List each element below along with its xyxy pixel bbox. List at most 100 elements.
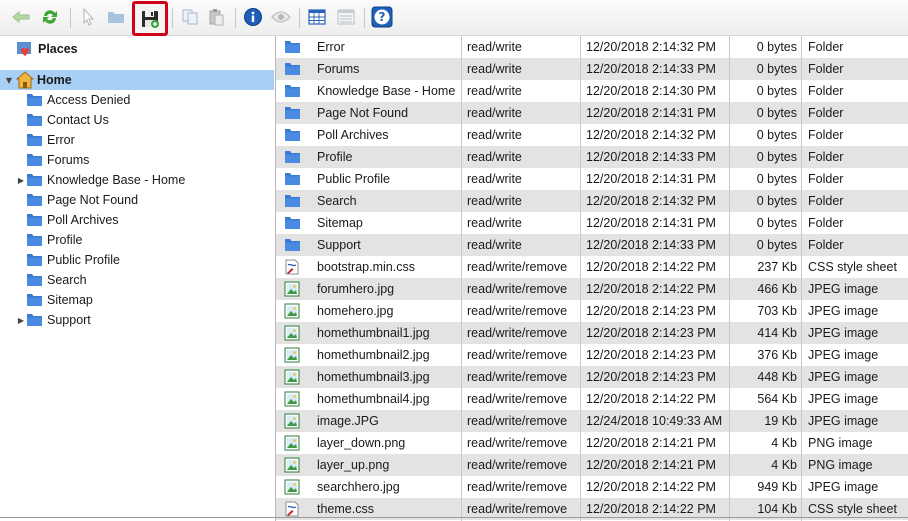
- file-row[interactable]: homethumbnail3.jpg read/write/remove 12/20…: [276, 366, 908, 388]
- tree-item[interactable]: Search: [16, 270, 87, 290]
- tree-item[interactable]: Sitemap: [16, 290, 93, 310]
- file-type: JPEG image: [808, 304, 879, 318]
- help-icon: ?: [371, 6, 393, 28]
- file-row[interactable]: searchhero.jpg read/write/remove 12/20/201…: [276, 476, 908, 498]
- file-type: Folder: [808, 62, 844, 76]
- file-name: Knowledge Base - Home: [317, 84, 456, 98]
- tree-item[interactable]: Page Not Found: [16, 190, 138, 210]
- file-row[interactable]: layer_up.png read/write/remove 12/20/2018 …: [276, 454, 908, 476]
- folder-icon: [285, 107, 300, 119]
- collapse-arrow-icon[interactable]: ▼: [4, 75, 14, 85]
- tree-item[interactable]: Poll Archives: [16, 210, 119, 230]
- file-icon-cell: [284, 322, 304, 344]
- file-row[interactable]: forumhero.jpg read/write/remove 12/20/2018…: [276, 278, 908, 300]
- file-name: Search: [317, 194, 357, 208]
- file-modified-date: 12/20/2018 2:14:30 PM: [586, 84, 716, 98]
- file-permissions: read/write/remove: [467, 414, 568, 428]
- image-file-icon: [284, 391, 300, 407]
- toolbar: ?: [0, 0, 908, 36]
- file-icon-cell: [284, 256, 304, 278]
- help-button[interactable]: ?: [370, 5, 394, 29]
- file-row[interactable]: homehero.jpg read/write/remove 12/20/2018 …: [276, 300, 908, 322]
- folder-icon: [27, 294, 42, 306]
- file-row[interactable]: Support read/write 12/20/2018 2:14:33 PM 0 …: [276, 234, 908, 256]
- tree-item[interactable]: Forums: [16, 150, 89, 170]
- file-name: Poll Archives: [317, 128, 389, 142]
- file-row[interactable]: homethumbnail2.jpg read/write/remove 12/20…: [276, 344, 908, 366]
- file-icon-cell: [284, 388, 304, 410]
- folder-icon: [285, 151, 300, 163]
- tree-item[interactable]: Profile: [16, 230, 82, 250]
- home-node[interactable]: ▼ Home: [0, 70, 274, 90]
- file-icon-cell: [284, 168, 304, 190]
- tree-item-label: Contact Us: [47, 113, 109, 127]
- file-row[interactable]: Knowledge Base - Home read/write 12/20/201…: [276, 80, 908, 102]
- file-row[interactable]: Search read/write 12/20/2018 2:14:32 PM 0 b…: [276, 190, 908, 212]
- file-row[interactable]: Sitemap read/write 12/20/2018 2:14:31 PM 0 …: [276, 212, 908, 234]
- refresh-button[interactable]: [38, 5, 62, 29]
- expand-arrow-icon[interactable]: ▶: [16, 175, 26, 185]
- info-button[interactable]: [241, 5, 265, 29]
- file-row[interactable]: homethumbnail1.jpg read/write/remove 12/20…: [276, 322, 908, 344]
- file-row[interactable]: homethumbnail4.jpg read/write/remove 12/20…: [276, 388, 908, 410]
- back-button[interactable]: [9, 5, 33, 29]
- refresh-icon: [43, 10, 57, 24]
- arrow-left-icon: [12, 10, 30, 24]
- file-modified-date: 12/20/2018 2:14:32 PM: [586, 194, 716, 208]
- eye-icon: [271, 11, 291, 23]
- status-divider: [0, 517, 908, 518]
- copy-button[interactable]: [178, 5, 202, 29]
- save-button[interactable]: [132, 1, 168, 36]
- tree-item[interactable]: Access Denied: [16, 90, 130, 110]
- file-icon-cell: [284, 432, 304, 454]
- file-type: Folder: [808, 194, 844, 208]
- file-row[interactable]: Error read/write 12/20/2018 2:14:32 PM 0 by…: [276, 36, 908, 58]
- file-name: homethumbnail4.jpg: [317, 392, 430, 406]
- file-row[interactable]: Profile read/write 12/20/2018 2:14:33 PM 0 …: [276, 146, 908, 168]
- file-type: JPEG image: [808, 326, 879, 340]
- file-type: Folder: [808, 40, 844, 54]
- css-file-icon: [285, 259, 299, 275]
- file-row[interactable]: Page Not Found read/write 12/20/2018 2:14:…: [276, 102, 908, 124]
- info-icon: [244, 8, 262, 26]
- details-view-button[interactable]: [305, 5, 329, 29]
- file-row[interactable]: image.JPG read/write/remove 12/24/2018 10:…: [276, 410, 908, 432]
- file-type: Folder: [808, 238, 844, 252]
- file-permissions: read/write: [467, 150, 522, 164]
- heart-folder-icon: [17, 42, 31, 56]
- tree-item[interactable]: Contact Us: [16, 110, 109, 130]
- places-node[interactable]: Places: [16, 39, 78, 59]
- preview-button[interactable]: [269, 5, 293, 29]
- file-row[interactable]: Poll Archives read/write 12/20/2018 2:14:3…: [276, 124, 908, 146]
- tree-item-label: Support: [47, 313, 91, 327]
- file-size: 0 bytes: [756, 194, 797, 208]
- file-type: JPEG image: [808, 480, 879, 494]
- file-permissions: read/write: [467, 40, 522, 54]
- file-permissions: read/write/remove: [467, 480, 568, 494]
- file-permissions: read/write/remove: [467, 260, 568, 274]
- column-divider: [461, 36, 462, 521]
- expand-arrow-icon[interactable]: ▶: [16, 315, 26, 325]
- file-row[interactable]: Public Profile read/write 12/20/2018 2:14:…: [276, 168, 908, 190]
- folder-open-icon: [108, 12, 124, 23]
- folder-icon: [27, 274, 42, 286]
- paste-button[interactable]: [204, 5, 228, 29]
- open-folder-button[interactable]: [104, 5, 128, 29]
- cursor-icon: [83, 8, 95, 26]
- tree-item[interactable]: Error: [16, 130, 75, 150]
- file-permissions: read/write: [467, 84, 522, 98]
- toolbar-separator: [172, 8, 173, 28]
- list-view-button[interactable]: [334, 5, 358, 29]
- tree-item[interactable]: ▶ Knowledge Base - Home: [16, 170, 185, 190]
- file-row[interactable]: bootstrap.min.css read/write/remove 12/20/…: [276, 256, 908, 278]
- tree-item[interactable]: ▶ Support: [16, 310, 91, 330]
- select-button[interactable]: [76, 5, 100, 29]
- file-row[interactable]: Forums read/write 12/20/2018 2:14:33 PM 0 b…: [276, 58, 908, 80]
- file-row[interactable]: layer_down.png read/write/remove 12/20/201…: [276, 432, 908, 454]
- file-modified-date: 12/20/2018 2:14:23 PM: [586, 348, 716, 362]
- tree-item[interactable]: Public Profile: [16, 250, 120, 270]
- file-modified-date: 12/20/2018 2:14:31 PM: [586, 172, 716, 186]
- floppy-disk-icon: [142, 10, 159, 28]
